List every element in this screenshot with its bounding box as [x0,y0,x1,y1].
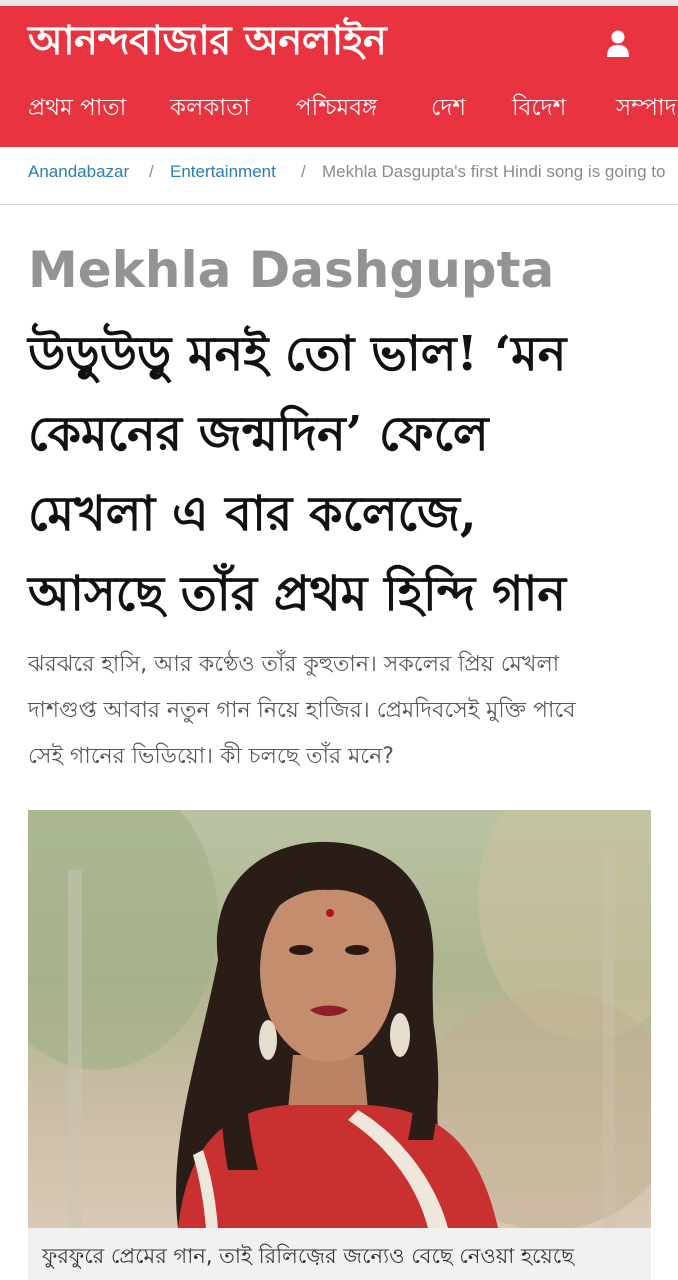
user-account-button[interactable] [596,22,640,66]
nav-item-kolkata[interactable]: কলকাতা [170,84,250,132]
breadcrumb-home-link[interactable]: Anandabazar [28,147,129,197]
site-logo[interactable]: আনন্দবাজার অনলাইন [28,16,387,66]
headline-line: কেমনের জন্মদিন’ ফেলে [28,406,489,462]
summary-line: ঝরঝরে হাসি, আর কণ্ঠেও তাঁর কুহুতান। সকলে… [28,652,560,677]
nav-item-country[interactable]: দেশ [431,84,466,132]
breadcrumb-current-page: Mekhla Dasgupta's first Hindi song is go… [322,162,666,181]
summary-line: দাশগুপ্ত আবার নতুন গান নিয়ে হাজির। প্রে… [28,698,576,723]
headline-line: আসছে তাঁর প্রথম হিন্দি গান [28,566,567,622]
nav-item-world[interactable]: বিদেশ [512,84,566,132]
breadcrumb-separator: / [149,162,154,181]
article-kicker: Mekhla Dashgupta [28,241,555,299]
main-nav: প্রথম পাতা কলকাতা পশ্চিমবঙ্গ দেশ বিদেশ স… [0,84,678,134]
portrait-illustration [28,810,651,1228]
breadcrumb-entertainment-link[interactable]: Entertainment [170,147,276,197]
headline-line: উড়ুউড়ু মনই তো ভাল! ‘মন [28,326,567,382]
headline-line: মেখলা এ বার কলেজে, [28,486,477,542]
nav-item-editorial[interactable]: সম্পাদ [616,84,677,132]
user-icon [607,30,629,57]
summary-line: সেই গানের ভিডিয়ো। কী চলছে তাঁর মনে? [28,744,394,769]
article-summary: ঝরঝরে হাসি, আর কণ্ঠেও তাঁর কুহুতান। সকলে… [28,642,658,780]
image-caption-text: ফুরফুরে প্রেমের গান, তাই রিলিজ়ের জন্যেও… [42,1244,574,1268]
site-header: আনন্দবাজার অনলাইন প্রথম পাতা কলকাতা পশ্চ… [0,6,678,147]
article-headline: উড়ুউড়ু মনই তো ভাল! ‘মন কেমনের জন্মদিন’… [28,314,658,634]
breadcrumb-separator: / [301,162,306,181]
article-hero-image[interactable] [28,810,651,1228]
nav-item-home[interactable]: প্রথম পাতা [28,84,126,132]
image-caption: ফুরফুরে প্রেমের গান, তাই রিলিজ়ের জন্যেও… [28,1228,651,1280]
breadcrumb: Anandabazar / Entertainment / Mekhla Das… [0,147,678,205]
nav-item-west-bengal[interactable]: পশ্চিমবঙ্গ [296,84,377,132]
